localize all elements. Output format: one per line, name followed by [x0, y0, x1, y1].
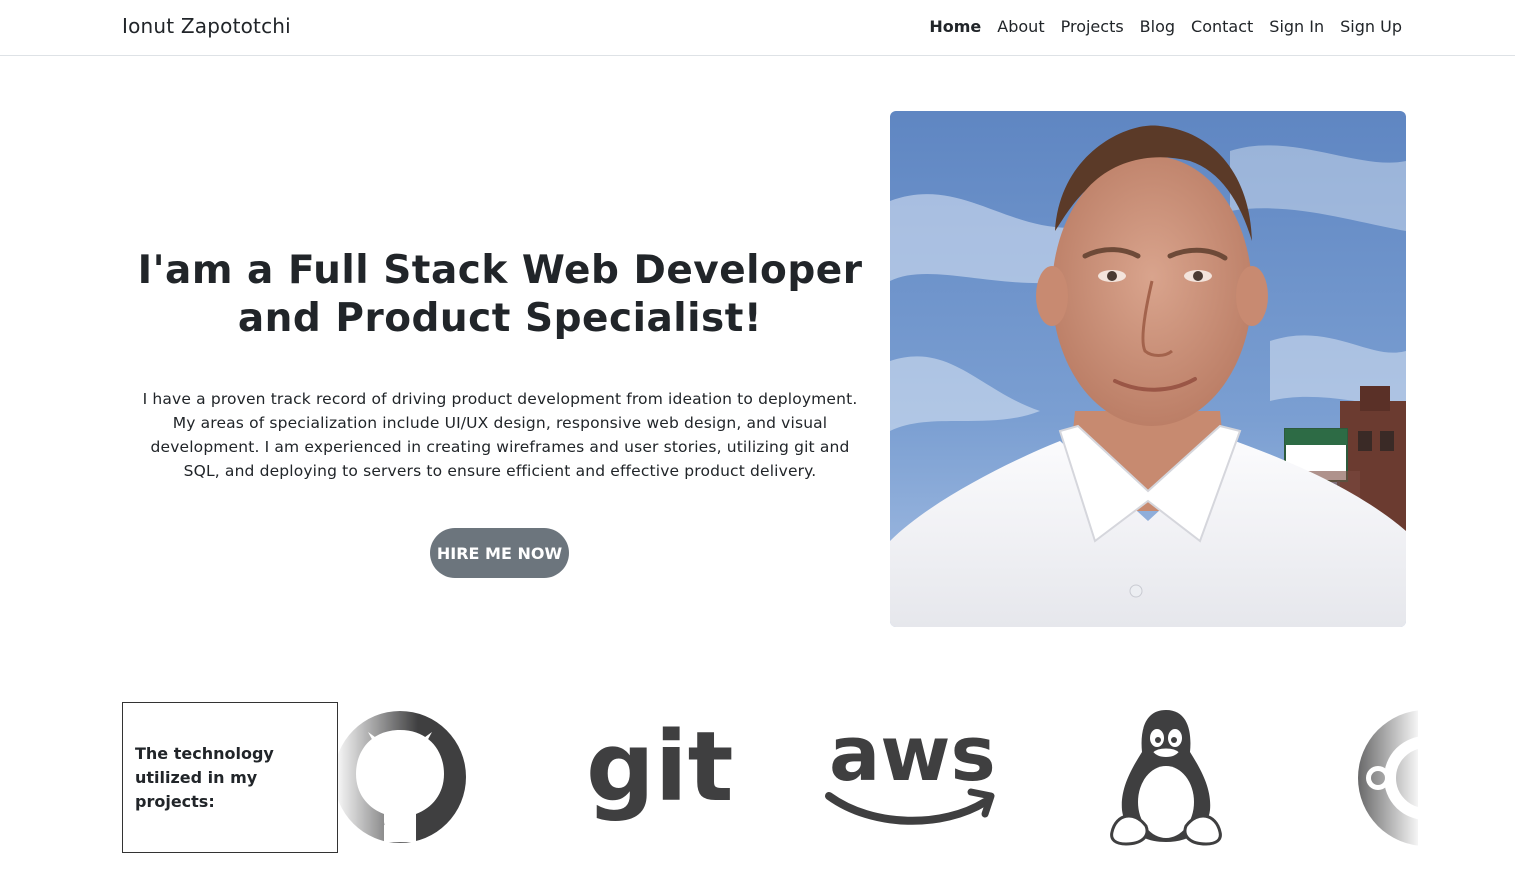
hero-headline-line2: and Product Specialist! — [237, 296, 763, 341]
nav-sign-up[interactable]: Sign Up — [1332, 16, 1410, 38]
hero-description: I have a proven track record of driving … — [142, 390, 858, 480]
hire-me-button[interactable]: HIRE ME NOW — [430, 528, 569, 578]
tech-label: The technology utilized in my projects: — [135, 743, 274, 811]
aws-logo-text: aws — [829, 709, 996, 798]
nav-contact[interactable]: Contact — [1183, 16, 1261, 38]
hero-headline-line1: I'am a Full Stack Web Developer — [137, 248, 863, 293]
strip-fade-right — [1340, 702, 1418, 853]
git-icon: git — [578, 702, 738, 853]
nav-projects[interactable]: Projects — [1053, 16, 1132, 38]
main-nav: Home About Projects Blog Contact Sign In… — [921, 16, 1410, 38]
hero-headline: I'am a Full Stack Web Developer and Prod… — [122, 247, 878, 343]
navbar: Ionut Zapototchi Home About Projects Blo… — [0, 0, 1515, 56]
git-logo-text: git — [586, 711, 734, 823]
profile-photo — [890, 111, 1406, 627]
strip-fade-left — [338, 702, 418, 853]
nav-sign-in[interactable]: Sign In — [1261, 16, 1332, 38]
tech-logo-strip: git aws — [338, 702, 1418, 853]
aws-icon: aws — [823, 702, 1003, 853]
nav-home[interactable]: Home — [921, 16, 989, 38]
linux-tux-icon — [1106, 702, 1226, 853]
nav-blog[interactable]: Blog — [1132, 16, 1183, 38]
brand-link[interactable]: Ionut Zapototchi — [122, 14, 291, 38]
tech-label-box: The technology utilized in my projects: — [122, 702, 338, 853]
hero-section: I'am a Full Stack Web Developer and Prod… — [122, 110, 878, 628]
nav-about[interactable]: About — [989, 16, 1052, 38]
